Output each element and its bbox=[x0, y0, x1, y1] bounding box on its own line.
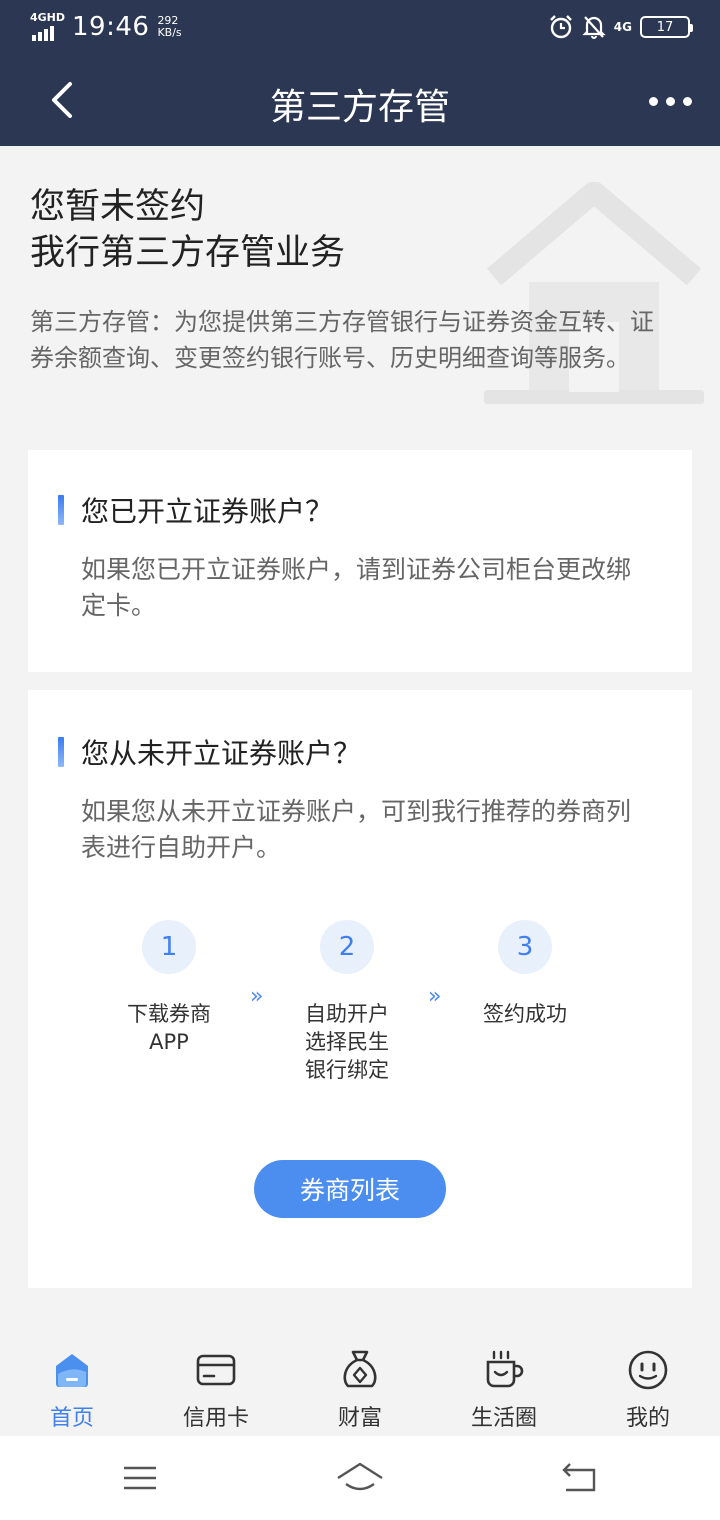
tab-mine[interactable]: 我的 bbox=[576, 1336, 720, 1436]
step-number: 3 bbox=[498, 920, 552, 974]
status-bar: 4GHD 19:46 292 KB/s 4G 17 bbox=[0, 0, 720, 56]
intro-title: 您暂未签约 我行第三方存管业务 bbox=[30, 184, 345, 276]
opened-account-body: 如果您已开立证券账户，请到证券公司柜台更改绑定卡。 bbox=[81, 555, 632, 620]
step-label: 自助开户 选择民生 银行绑定 bbox=[305, 1002, 389, 1082]
network-type-label: 4GHD bbox=[30, 11, 66, 24]
system-back-button[interactable] bbox=[550, 1454, 610, 1502]
network-speed: 292 KB/s bbox=[157, 15, 181, 39]
menu-button[interactable] bbox=[110, 1454, 170, 1502]
network-speed-unit: KB/s bbox=[157, 26, 182, 39]
step-number: 2 bbox=[320, 920, 374, 974]
no-account-heading-text: 您从未开立证券账户？ bbox=[81, 737, 362, 770]
intro-description: 第三方存管：为您提供第三方存管银行与证券资金互转、证券余额查询、变更签约银行账号… bbox=[30, 308, 654, 372]
heading-accent-bar bbox=[58, 495, 64, 525]
nav-bar: 第三方存管 bbox=[0, 56, 720, 146]
tab-wealth[interactable]: 财富 bbox=[288, 1336, 432, 1436]
tab-label: 生活圈 bbox=[470, 1406, 537, 1431]
broker-list-button[interactable]: 券商列表 bbox=[254, 1160, 446, 1218]
step-label: 下载券商 APP bbox=[127, 1002, 211, 1054]
no-account-card: 您从未开立证券账户？ 如果您从未开立证券账户，可到我行推荐的券商列表进行自助开户… bbox=[28, 690, 692, 1288]
page-title: 第三方存管 bbox=[269, 87, 450, 128]
signal-icon: 4GHD bbox=[30, 11, 66, 41]
tab-home[interactable]: 首页 bbox=[0, 1336, 144, 1436]
step-2: 2 自助开户 选择民生 银行绑定 bbox=[272, 920, 422, 1084]
net-type-label: 4G bbox=[613, 20, 632, 34]
bank-house-icon bbox=[484, 182, 704, 404]
system-back-icon bbox=[562, 1463, 596, 1492]
alarm-clock-icon bbox=[549, 15, 572, 39]
step-arrow-icon: » bbox=[250, 984, 264, 1009]
step-label: 签约成功 bbox=[483, 1002, 567, 1026]
intro-title-line2: 我行第三方存管业务 bbox=[30, 233, 346, 273]
tab-label: 我的 bbox=[625, 1406, 670, 1431]
tab-label: 财富 bbox=[337, 1406, 382, 1431]
bottom-tab-bar: 首页 信用卡 财富 生活圈 我的 bbox=[0, 1336, 720, 1436]
tab-life-circle[interactable]: 生活圈 bbox=[432, 1336, 576, 1436]
battery-icon: 17 bbox=[640, 16, 693, 38]
step-number: 1 bbox=[142, 920, 196, 974]
home-icon bbox=[56, 1354, 88, 1387]
tab-label: 信用卡 bbox=[182, 1406, 249, 1431]
credit-card-icon bbox=[196, 1354, 236, 1386]
opened-account-heading: 您已开立证券账户？ bbox=[58, 492, 333, 528]
system-home-icon bbox=[337, 1462, 383, 1491]
wealth-bag-icon bbox=[343, 1350, 377, 1388]
notification-off-icon bbox=[582, 16, 606, 39]
opened-account-card: 您已开立证券账户？ 如果您已开立证券账户，请到证券公司柜台更改绑定卡。 bbox=[28, 450, 692, 672]
smiley-face-icon bbox=[628, 1350, 668, 1390]
heading-accent-bar bbox=[58, 737, 64, 767]
menu-icon bbox=[124, 1466, 156, 1490]
tab-credit-card[interactable]: 信用卡 bbox=[144, 1336, 288, 1436]
tab-label: 首页 bbox=[49, 1406, 94, 1431]
step-arrow-icon: » bbox=[428, 984, 442, 1009]
system-home-button[interactable] bbox=[330, 1454, 390, 1502]
coffee-cup-icon bbox=[486, 1350, 524, 1388]
intro-title-line1: 您暂未签约 bbox=[30, 187, 206, 227]
intro-section: 您暂未签约 我行第三方存管业务 第三方存管：为您提供第三方存管银行与证券资金互转… bbox=[0, 146, 720, 436]
system-nav-bar bbox=[0, 1436, 720, 1520]
more-dots-icon[interactable] bbox=[638, 86, 702, 116]
step-3: 3 签约成功 bbox=[450, 920, 600, 1028]
no-account-heading: 您从未开立证券账户？ bbox=[58, 734, 361, 770]
battery-level: 17 bbox=[656, 19, 674, 35]
opened-account-heading-text: 您已开立证券账户？ bbox=[81, 495, 334, 528]
status-time: 19:46 bbox=[72, 12, 150, 42]
no-account-body: 如果您从未开立证券账户，可到我行推荐的券商列表进行自助开户。 bbox=[81, 797, 632, 862]
step-1: 1 下载券商 APP bbox=[94, 920, 244, 1056]
